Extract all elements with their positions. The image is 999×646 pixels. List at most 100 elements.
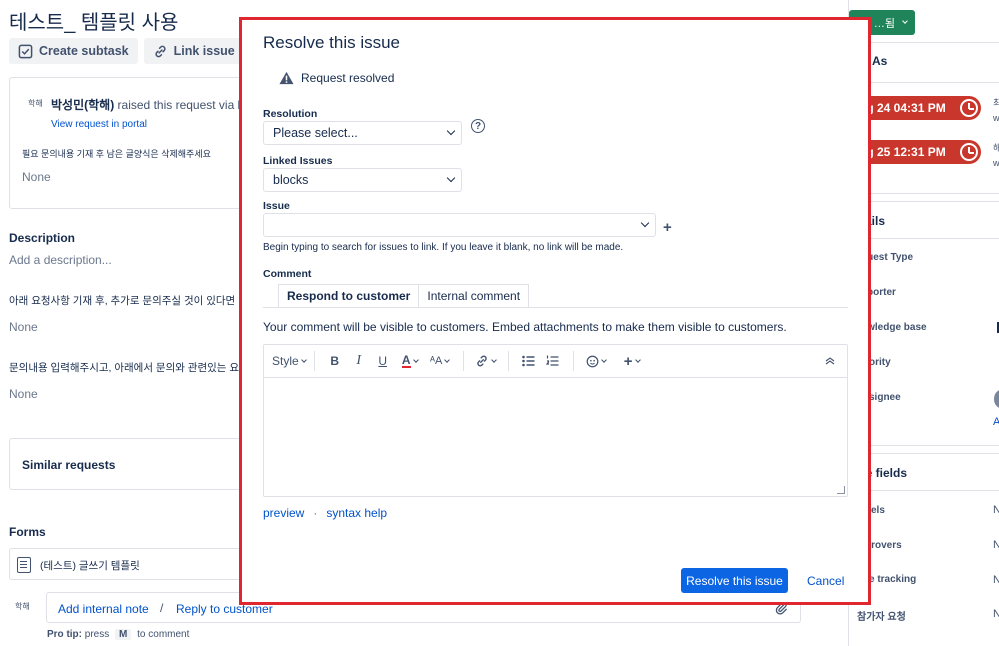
chevron-down-icon bbox=[446, 126, 456, 136]
chevron-down-icon bbox=[300, 356, 307, 363]
resolve-issue-button[interactable]: Resolve this issue bbox=[681, 568, 788, 593]
link-icon bbox=[155, 45, 166, 57]
request-field-label: 필요 문의내용 기재 후 남은 글양식은 삭제해주세요 bbox=[22, 149, 211, 159]
bold-icon[interactable]: B bbox=[323, 351, 347, 371]
question-label-1: 아래 요청사항 기재 후, 추가로 문의주실 것이 있다면 · bbox=[9, 295, 242, 307]
clock-icon bbox=[960, 143, 978, 161]
linked-issues-label: Linked Issues bbox=[263, 155, 333, 167]
comment-label: Comment bbox=[263, 268, 312, 280]
pro-tip-key: M bbox=[115, 629, 132, 640]
dialog-title: Resolve this issue bbox=[263, 33, 401, 52]
request-field-value: None bbox=[22, 170, 51, 184]
linked-issues-select[interactable]: blocks bbox=[263, 168, 462, 192]
raised-via-text: raised this request via bbox=[117, 98, 235, 112]
pro-tip-press: press bbox=[84, 629, 110, 640]
comment-visibility-note: Your comment will be visible to customer… bbox=[263, 320, 787, 334]
bullet-list-icon[interactable] bbox=[517, 351, 541, 371]
collapse-toolbar-icon[interactable] bbox=[825, 351, 835, 371]
commenter-avatar: 학해 bbox=[15, 602, 30, 611]
numbered-list-icon[interactable] bbox=[541, 351, 565, 371]
divider bbox=[849, 490, 999, 491]
field-request-participants-value[interactable]: N bbox=[993, 608, 999, 620]
comment-textarea[interactable] bbox=[264, 379, 847, 496]
reporter-avatar: 학해 bbox=[28, 99, 43, 108]
status-label: …됨 bbox=[873, 17, 895, 30]
raised-by-text: 박성민(학해) raised this request via Po bbox=[51, 96, 253, 113]
resolve-issue-dialog: Resolve this issue Request resolved Reso… bbox=[239, 17, 871, 605]
similar-requests-panel[interactable]: Similar requests bbox=[9, 438, 241, 490]
sla-side-2a: 해 bbox=[993, 143, 999, 153]
issue-title: 테스트_ 템플릿 사용 bbox=[9, 12, 179, 34]
divider bbox=[849, 82, 999, 83]
issue-picker[interactable] bbox=[263, 213, 656, 237]
editor-toolbar: Style B I U A ᴬA + bbox=[264, 345, 847, 378]
reporter-name[interactable]: 박성민(학해) bbox=[51, 98, 114, 112]
field-request-participants: 참가자 요청 bbox=[857, 612, 906, 623]
warning-triangle-icon bbox=[279, 71, 294, 85]
field-labels-value[interactable]: N bbox=[993, 504, 999, 516]
assign-to-me-link[interactable]: A bbox=[993, 416, 999, 428]
similar-requests-heading: Similar requests bbox=[22, 458, 116, 472]
toolbar-separator bbox=[507, 351, 509, 371]
comment-separator: / bbox=[160, 601, 164, 615]
form-icon bbox=[17, 557, 31, 573]
link-issue-button[interactable]: Link issue bbox=[143, 38, 244, 64]
underline-icon[interactable]: U bbox=[371, 351, 395, 371]
preview-link[interactable]: preview bbox=[263, 506, 304, 520]
add-issue-icon[interactable]: + bbox=[663, 219, 672, 236]
resolution-select[interactable]: Please select... bbox=[263, 121, 462, 145]
field-approvers-value[interactable]: N bbox=[993, 539, 999, 551]
resize-handle-icon[interactable] bbox=[837, 486, 845, 494]
description-placeholder[interactable]: Add a description... bbox=[9, 253, 112, 267]
comment-editor: Style B I U A ᴬA + bbox=[263, 344, 848, 497]
linked-issues-value: blocks bbox=[273, 173, 309, 187]
style-label: Style bbox=[272, 354, 299, 368]
description-heading: Description bbox=[9, 231, 76, 245]
divider bbox=[849, 445, 999, 446]
tab-respond-to-customer[interactable]: Respond to customer bbox=[278, 284, 420, 307]
issue-label: Issue bbox=[263, 200, 290, 212]
pro-tip: Pro tip: press M to comment bbox=[47, 629, 189, 640]
form-item-label: (테스트) 글쓰기 템플릿 bbox=[40, 560, 140, 572]
issue-toolbar: Create subtask Link issue bbox=[9, 38, 270, 64]
add-internal-note-link[interactable]: Add internal note bbox=[58, 602, 149, 616]
divider bbox=[849, 193, 999, 194]
italic-icon[interactable]: I bbox=[347, 351, 371, 371]
link-separator: · bbox=[313, 506, 318, 520]
mention-icon[interactable] bbox=[582, 351, 610, 371]
link-icon[interactable] bbox=[472, 351, 500, 371]
assignee-avatar[interactable] bbox=[994, 390, 999, 408]
chevron-down-icon bbox=[902, 18, 908, 24]
sla-time-1: ug 24 04:31 PM bbox=[859, 101, 946, 115]
create-subtask-button[interactable]: Create subtask bbox=[9, 38, 138, 64]
clock-icon bbox=[960, 99, 978, 117]
field-labels: els bbox=[871, 505, 885, 516]
request-summary-card: 학해 박성민(학해) raised this request via Po Vi… bbox=[9, 77, 253, 209]
editor-links: preview · syntax help bbox=[263, 506, 387, 520]
insert-plus-icon[interactable]: + bbox=[616, 351, 648, 371]
issue-hint: Begin typing to search for issues to lin… bbox=[263, 242, 624, 253]
field-priority: ority bbox=[869, 357, 891, 368]
syntax-help-link[interactable]: syntax help bbox=[326, 506, 387, 520]
tab-internal-comment[interactable]: Internal comment bbox=[419, 284, 530, 307]
toolbar-separator bbox=[572, 351, 574, 371]
field-reporter: porter bbox=[867, 287, 896, 298]
style-dropdown[interactable]: Style bbox=[272, 351, 307, 371]
cancel-button[interactable]: Cancel bbox=[807, 574, 844, 588]
text-size-icon[interactable]: ᴬA bbox=[425, 351, 455, 371]
toolbar-separator bbox=[313, 351, 315, 371]
text-color-icon[interactable]: A bbox=[395, 351, 425, 371]
help-icon[interactable]: ? bbox=[471, 119, 485, 133]
subtask-icon bbox=[18, 44, 33, 58]
field-time-tracking-value[interactable]: N bbox=[993, 574, 999, 586]
comment-tabs: Respond to customer Internal comment bbox=[278, 284, 530, 307]
question-value-1[interactable]: None bbox=[9, 320, 38, 334]
forms-heading: Forms bbox=[9, 525, 46, 539]
divider bbox=[849, 42, 999, 43]
view-in-portal-link[interactable]: View request in portal bbox=[51, 119, 147, 130]
tab-divider bbox=[263, 307, 848, 308]
resolution-label: Resolution bbox=[263, 108, 318, 120]
form-item[interactable]: (테스트) 글쓰기 템플릿 bbox=[9, 548, 241, 580]
sla-time-2: ug 25 12:31 PM bbox=[859, 145, 946, 159]
question-value-2[interactable]: None bbox=[9, 387, 38, 401]
